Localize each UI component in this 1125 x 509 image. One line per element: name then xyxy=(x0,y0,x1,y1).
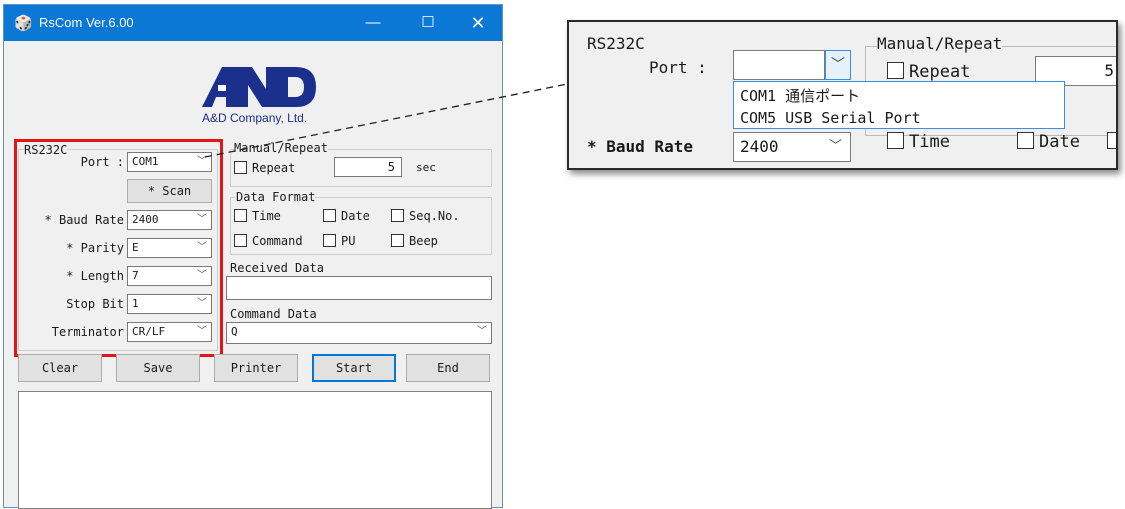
checkbox-icon xyxy=(1017,132,1034,149)
minimize-icon[interactable]: — xyxy=(355,10,391,36)
end-button[interactable]: End xyxy=(406,354,490,382)
received-data-field[interactable] xyxy=(226,276,492,300)
company-name: A&D Company, Ltd. xyxy=(202,111,308,125)
save-button[interactable]: Save xyxy=(116,354,200,382)
inset-baud-rate-label: * Baud Rate xyxy=(587,137,693,156)
checkbox-icon xyxy=(323,234,336,247)
command-checkbox[interactable]: Command xyxy=(234,234,303,248)
checkbox-icon xyxy=(887,132,904,149)
manual-repeat-title: Manual/Repeat xyxy=(234,141,328,155)
checkbox-icon xyxy=(234,234,247,247)
maximize-icon[interactable]: ☐ xyxy=(410,10,446,36)
repeat-checkbox[interactable]: Repeat xyxy=(234,161,295,175)
inset-baud-rate-select[interactable]: 2400 ﹀ xyxy=(733,132,851,162)
chevron-down-icon: ﹀ xyxy=(477,326,487,337)
rscom-window: 🎲 RsCom Ver.6.00 — ☐ ✕ A&D Company, Ltd.… xyxy=(3,4,503,509)
window-title: RsCom Ver.6.00 xyxy=(39,15,134,30)
chevron-down-icon[interactable]: ﹀ xyxy=(825,50,851,80)
chevron-down-icon: ﹀ xyxy=(828,139,842,154)
clear-button[interactable]: Clear xyxy=(18,354,102,382)
port-dropdown-list: COM1 通信ポート COM5 USB Serial Port xyxy=(733,81,1065,129)
date-checkbox[interactable]: Date xyxy=(323,209,370,223)
checkbox-icon xyxy=(391,234,404,247)
and-logo xyxy=(202,67,316,107)
beep-checkbox[interactable]: Beep xyxy=(391,234,438,248)
repeat-interval-input[interactable]: 5 xyxy=(334,157,402,177)
checkbox-icon xyxy=(887,62,904,79)
interval-unit: sec xyxy=(416,161,436,174)
inset-port-label: Port : xyxy=(649,58,707,77)
command-data-label: Command Data xyxy=(230,307,317,321)
port-option-com1[interactable]: COM1 通信ポート xyxy=(740,85,860,106)
checkbox-icon xyxy=(234,161,247,174)
inset-rs232c-title: RS232C xyxy=(587,34,645,53)
checkbox-icon xyxy=(323,209,336,222)
pu-checkbox[interactable]: PU xyxy=(323,234,355,248)
checkbox-icon xyxy=(1107,132,1116,149)
title-bar: 🎲 RsCom Ver.6.00 — ☐ ✕ xyxy=(4,5,502,41)
rs232c-highlight-box xyxy=(14,139,223,357)
inset-date-checkbox[interactable]: Date xyxy=(1017,132,1080,152)
printer-button[interactable]: Printer xyxy=(214,354,298,382)
inset-repeat-checkbox[interactable]: Repeat xyxy=(887,62,970,82)
seq-no-checkbox[interactable]: Seq.No. xyxy=(391,209,460,223)
command-data-select[interactable]: Q ﹀ xyxy=(226,322,492,344)
data-format-title: Data Format xyxy=(236,190,316,204)
inset-port-select[interactable] xyxy=(733,50,825,80)
output-log-area[interactable] xyxy=(18,391,492,509)
checkbox-icon xyxy=(391,209,404,222)
time-checkbox[interactable]: Time xyxy=(234,209,281,223)
received-data-label: Received Data xyxy=(230,261,324,275)
zoom-inset: RS232C Port : ﹀ Manual/Repeat Repeat 5 C… xyxy=(567,20,1118,170)
start-button[interactable]: Start xyxy=(312,354,396,382)
inset-time-checkbox[interactable]: Time xyxy=(887,132,950,152)
close-icon[interactable]: ✕ xyxy=(460,10,496,36)
inset-manual-title: Manual/Repeat xyxy=(877,34,1003,53)
app-icon: 🎲 xyxy=(14,15,33,32)
port-option-com5[interactable]: COM5 USB Serial Port xyxy=(740,109,921,127)
inset-extra-checkbox[interactable] xyxy=(1107,132,1116,152)
checkbox-icon xyxy=(234,209,247,222)
